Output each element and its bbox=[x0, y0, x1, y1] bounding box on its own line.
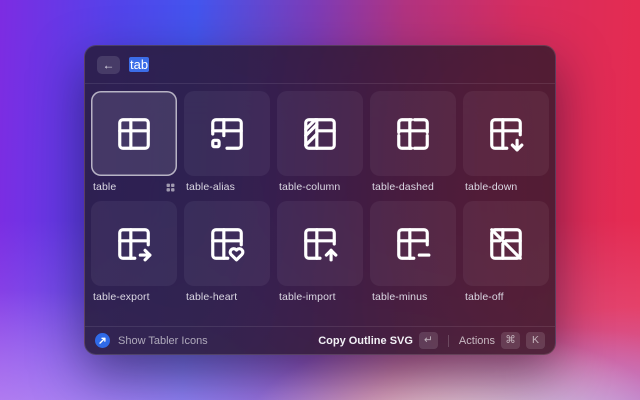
icon-tile bbox=[184, 91, 270, 176]
search-input[interactable]: tab bbox=[129, 57, 543, 72]
footer-bar: Show Tabler Icons Copy Outline SVG ↵ Act… bbox=[85, 326, 555, 354]
tabler-logo-icon bbox=[95, 333, 110, 348]
table-minus-icon bbox=[394, 225, 432, 263]
grid-item-table-down[interactable]: table-down bbox=[463, 91, 549, 201]
icon-name-label: table-dashed bbox=[372, 181, 434, 193]
copy-outline-svg-button[interactable]: Copy Outline SVG ↵ bbox=[318, 332, 438, 349]
icon-label-row: table-column bbox=[277, 176, 363, 201]
actions-button[interactable]: Actions ⌘ K bbox=[459, 332, 545, 349]
icon-label-row: table bbox=[91, 176, 177, 201]
table-dashed-icon bbox=[394, 115, 432, 153]
table-icon bbox=[115, 115, 153, 153]
icon-tile bbox=[277, 201, 363, 286]
table-import-icon bbox=[301, 225, 339, 263]
icon-tile bbox=[370, 91, 456, 176]
icon-name-label: table-off bbox=[465, 291, 504, 303]
icon-name-label: table-heart bbox=[186, 291, 237, 303]
footer-actions: Copy Outline SVG ↵ Actions ⌘ K bbox=[318, 332, 545, 349]
search-bar: ← tab bbox=[85, 46, 555, 84]
icon-label-row: table-off bbox=[463, 286, 549, 311]
grid-item-table-heart[interactable]: table-heart bbox=[184, 201, 270, 311]
table-alias-icon bbox=[208, 115, 246, 153]
k-key-badge: K bbox=[526, 332, 545, 349]
icon-name-label: table-import bbox=[279, 291, 336, 303]
icon-tile bbox=[91, 201, 177, 286]
back-button[interactable]: ← bbox=[97, 56, 120, 74]
icon-label-row: table-heart bbox=[184, 286, 270, 311]
grid-item-table-alias[interactable]: table-alias bbox=[184, 91, 270, 201]
grid-item-table[interactable]: table bbox=[91, 91, 177, 201]
primary-action-label: Copy Outline SVG bbox=[318, 335, 413, 347]
return-key-badge: ↵ bbox=[419, 332, 438, 349]
icon-tile bbox=[277, 91, 363, 176]
back-arrow-icon: ← bbox=[103, 59, 115, 71]
command-key-badge: ⌘ bbox=[501, 332, 520, 349]
table-export-icon bbox=[115, 225, 153, 263]
icon-label-row: table-down bbox=[463, 176, 549, 201]
grid-item-table-import[interactable]: table-import bbox=[277, 201, 363, 311]
icon-name-label: table bbox=[93, 181, 116, 193]
icon-tile bbox=[184, 201, 270, 286]
table-down-icon bbox=[487, 115, 525, 153]
icon-label-row: table-minus bbox=[370, 286, 456, 311]
table-off-icon bbox=[487, 225, 525, 263]
table-heart-icon bbox=[208, 225, 246, 263]
icon-label-row: table-export bbox=[91, 286, 177, 311]
raycast-window: ← tab table bbox=[84, 45, 556, 355]
icon-label-row: table-import bbox=[277, 286, 363, 311]
icon-tile bbox=[91, 91, 177, 176]
grid-item-table-dashed[interactable]: table-dashed bbox=[370, 91, 456, 201]
icon-tile bbox=[370, 201, 456, 286]
table-column-icon bbox=[301, 115, 339, 153]
search-query-selected-text: tab bbox=[129, 57, 149, 72]
extension-name-label: Show Tabler Icons bbox=[118, 335, 208, 347]
grid-item-table-off[interactable]: table-off bbox=[463, 201, 549, 311]
icon-name-label: table-export bbox=[93, 291, 150, 303]
icon-name-label: table-minus bbox=[372, 291, 427, 303]
icon-name-label: table-down bbox=[465, 181, 517, 193]
icon-label-row: table-dashed bbox=[370, 176, 456, 201]
grid-item-table-column[interactable]: table-column bbox=[277, 91, 363, 201]
footer-extension-info: Show Tabler Icons bbox=[95, 333, 208, 348]
actions-label: Actions bbox=[459, 335, 495, 347]
grid-accessory-icon bbox=[166, 183, 175, 192]
icon-name-label: table-alias bbox=[186, 181, 235, 193]
footer-separator bbox=[448, 335, 449, 347]
grid-item-table-export[interactable]: table-export bbox=[91, 201, 177, 311]
icon-results-grid: table table-alias bbox=[85, 84, 555, 326]
icon-name-label: table-column bbox=[279, 181, 340, 193]
icon-label-row: table-alias bbox=[184, 176, 270, 201]
icon-tile bbox=[463, 91, 549, 176]
icon-tile bbox=[463, 201, 549, 286]
desktop-wallpaper: ← tab table bbox=[0, 0, 640, 400]
grid-item-table-minus[interactable]: table-minus bbox=[370, 201, 456, 311]
